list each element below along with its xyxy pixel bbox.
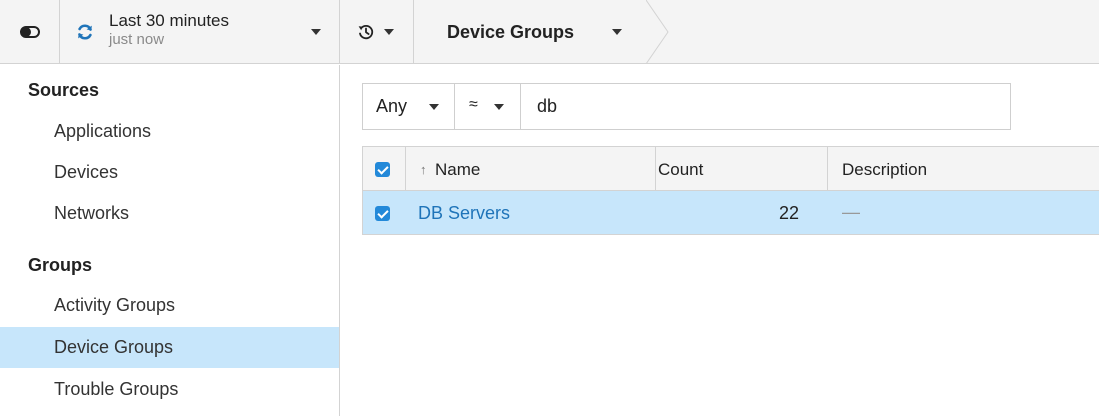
sidebar-item-label: Applications: [54, 121, 152, 141]
device-groups-table: ↑ Name Count Description DB Servers 22 —: [362, 146, 1099, 235]
sidebar-item-label: Activity Groups: [54, 295, 176, 315]
sidebar-item-label: Devices: [54, 162, 119, 182]
caret-down-icon: [612, 29, 622, 35]
time-range-updated: just now: [109, 31, 165, 48]
caret-down-icon: [384, 29, 394, 35]
breadcrumb-current: Device Groups: [447, 22, 575, 42]
filter-bar: Any ≈: [362, 83, 1011, 130]
sidebar-item-devices[interactable]: Devices: [0, 152, 339, 193]
match-type-dropdown[interactable]: Any: [363, 84, 455, 129]
sidebar-toggle-icon: [19, 26, 40, 38]
column-header-label: Description: [842, 160, 928, 179]
column-header-name[interactable]: ↑ Name: [406, 147, 656, 190]
sidebar-item-trouble-groups[interactable]: Trouble Groups: [0, 369, 339, 410]
sidebar-item-device-groups[interactable]: Device Groups: [0, 327, 339, 368]
sidebar-heading-sources: Sources: [28, 80, 100, 100]
sidebar-item-label: Trouble Groups: [54, 379, 179, 399]
group-description: —: [842, 202, 860, 222]
history-icon: [358, 24, 374, 40]
breadcrumb[interactable]: Device Groups: [414, 0, 680, 64]
operator-dropdown[interactable]: ≈: [455, 84, 521, 129]
column-header-description[interactable]: Description: [828, 147, 1099, 190]
sidebar: Sources Applications Devices Networks Gr…: [0, 65, 340, 416]
caret-down-icon: [429, 104, 439, 110]
select-all-checkbox[interactable]: [375, 162, 390, 177]
select-all-cell: [363, 147, 406, 190]
time-range-selector[interactable]: Last 30 minutes just now: [60, 0, 340, 64]
operator-label: ≈: [469, 96, 478, 113]
refresh-icon[interactable]: [76, 23, 94, 41]
caret-down-icon: [494, 104, 504, 110]
top-bar: Last 30 minutes just now Device Groups: [0, 0, 1099, 64]
sidebar-item-applications[interactable]: Applications: [0, 111, 339, 152]
sidebar-item-activity-groups[interactable]: Activity Groups: [0, 285, 339, 326]
sidebar-item-label: Networks: [54, 203, 130, 223]
table-row[interactable]: DB Servers 22 —: [362, 191, 1099, 235]
row-select-checkbox[interactable]: [375, 206, 390, 221]
breadcrumb-separator-icon: [646, 0, 669, 64]
group-name-link[interactable]: DB Servers: [418, 203, 510, 224]
match-type-label: Any: [376, 96, 408, 116]
caret-down-icon: [311, 29, 321, 35]
column-header-label: Count: [658, 160, 704, 179]
group-count: 22: [779, 203, 800, 223]
history-button[interactable]: [340, 0, 414, 64]
column-header-label: Name: [435, 160, 481, 179]
filter-input[interactable]: [522, 84, 1010, 129]
column-header-count[interactable]: Count: [656, 147, 828, 190]
sidebar-toggle-button[interactable]: [0, 0, 60, 64]
sort-ascending-icon: ↑: [420, 162, 427, 177]
sidebar-heading-groups: Groups: [28, 255, 93, 275]
sidebar-item-networks[interactable]: Networks: [0, 193, 339, 234]
sidebar-item-label: Device Groups: [54, 337, 174, 357]
table-header: ↑ Name Count Description: [362, 146, 1099, 191]
time-range-label: Last 30 minutes: [109, 11, 230, 30]
